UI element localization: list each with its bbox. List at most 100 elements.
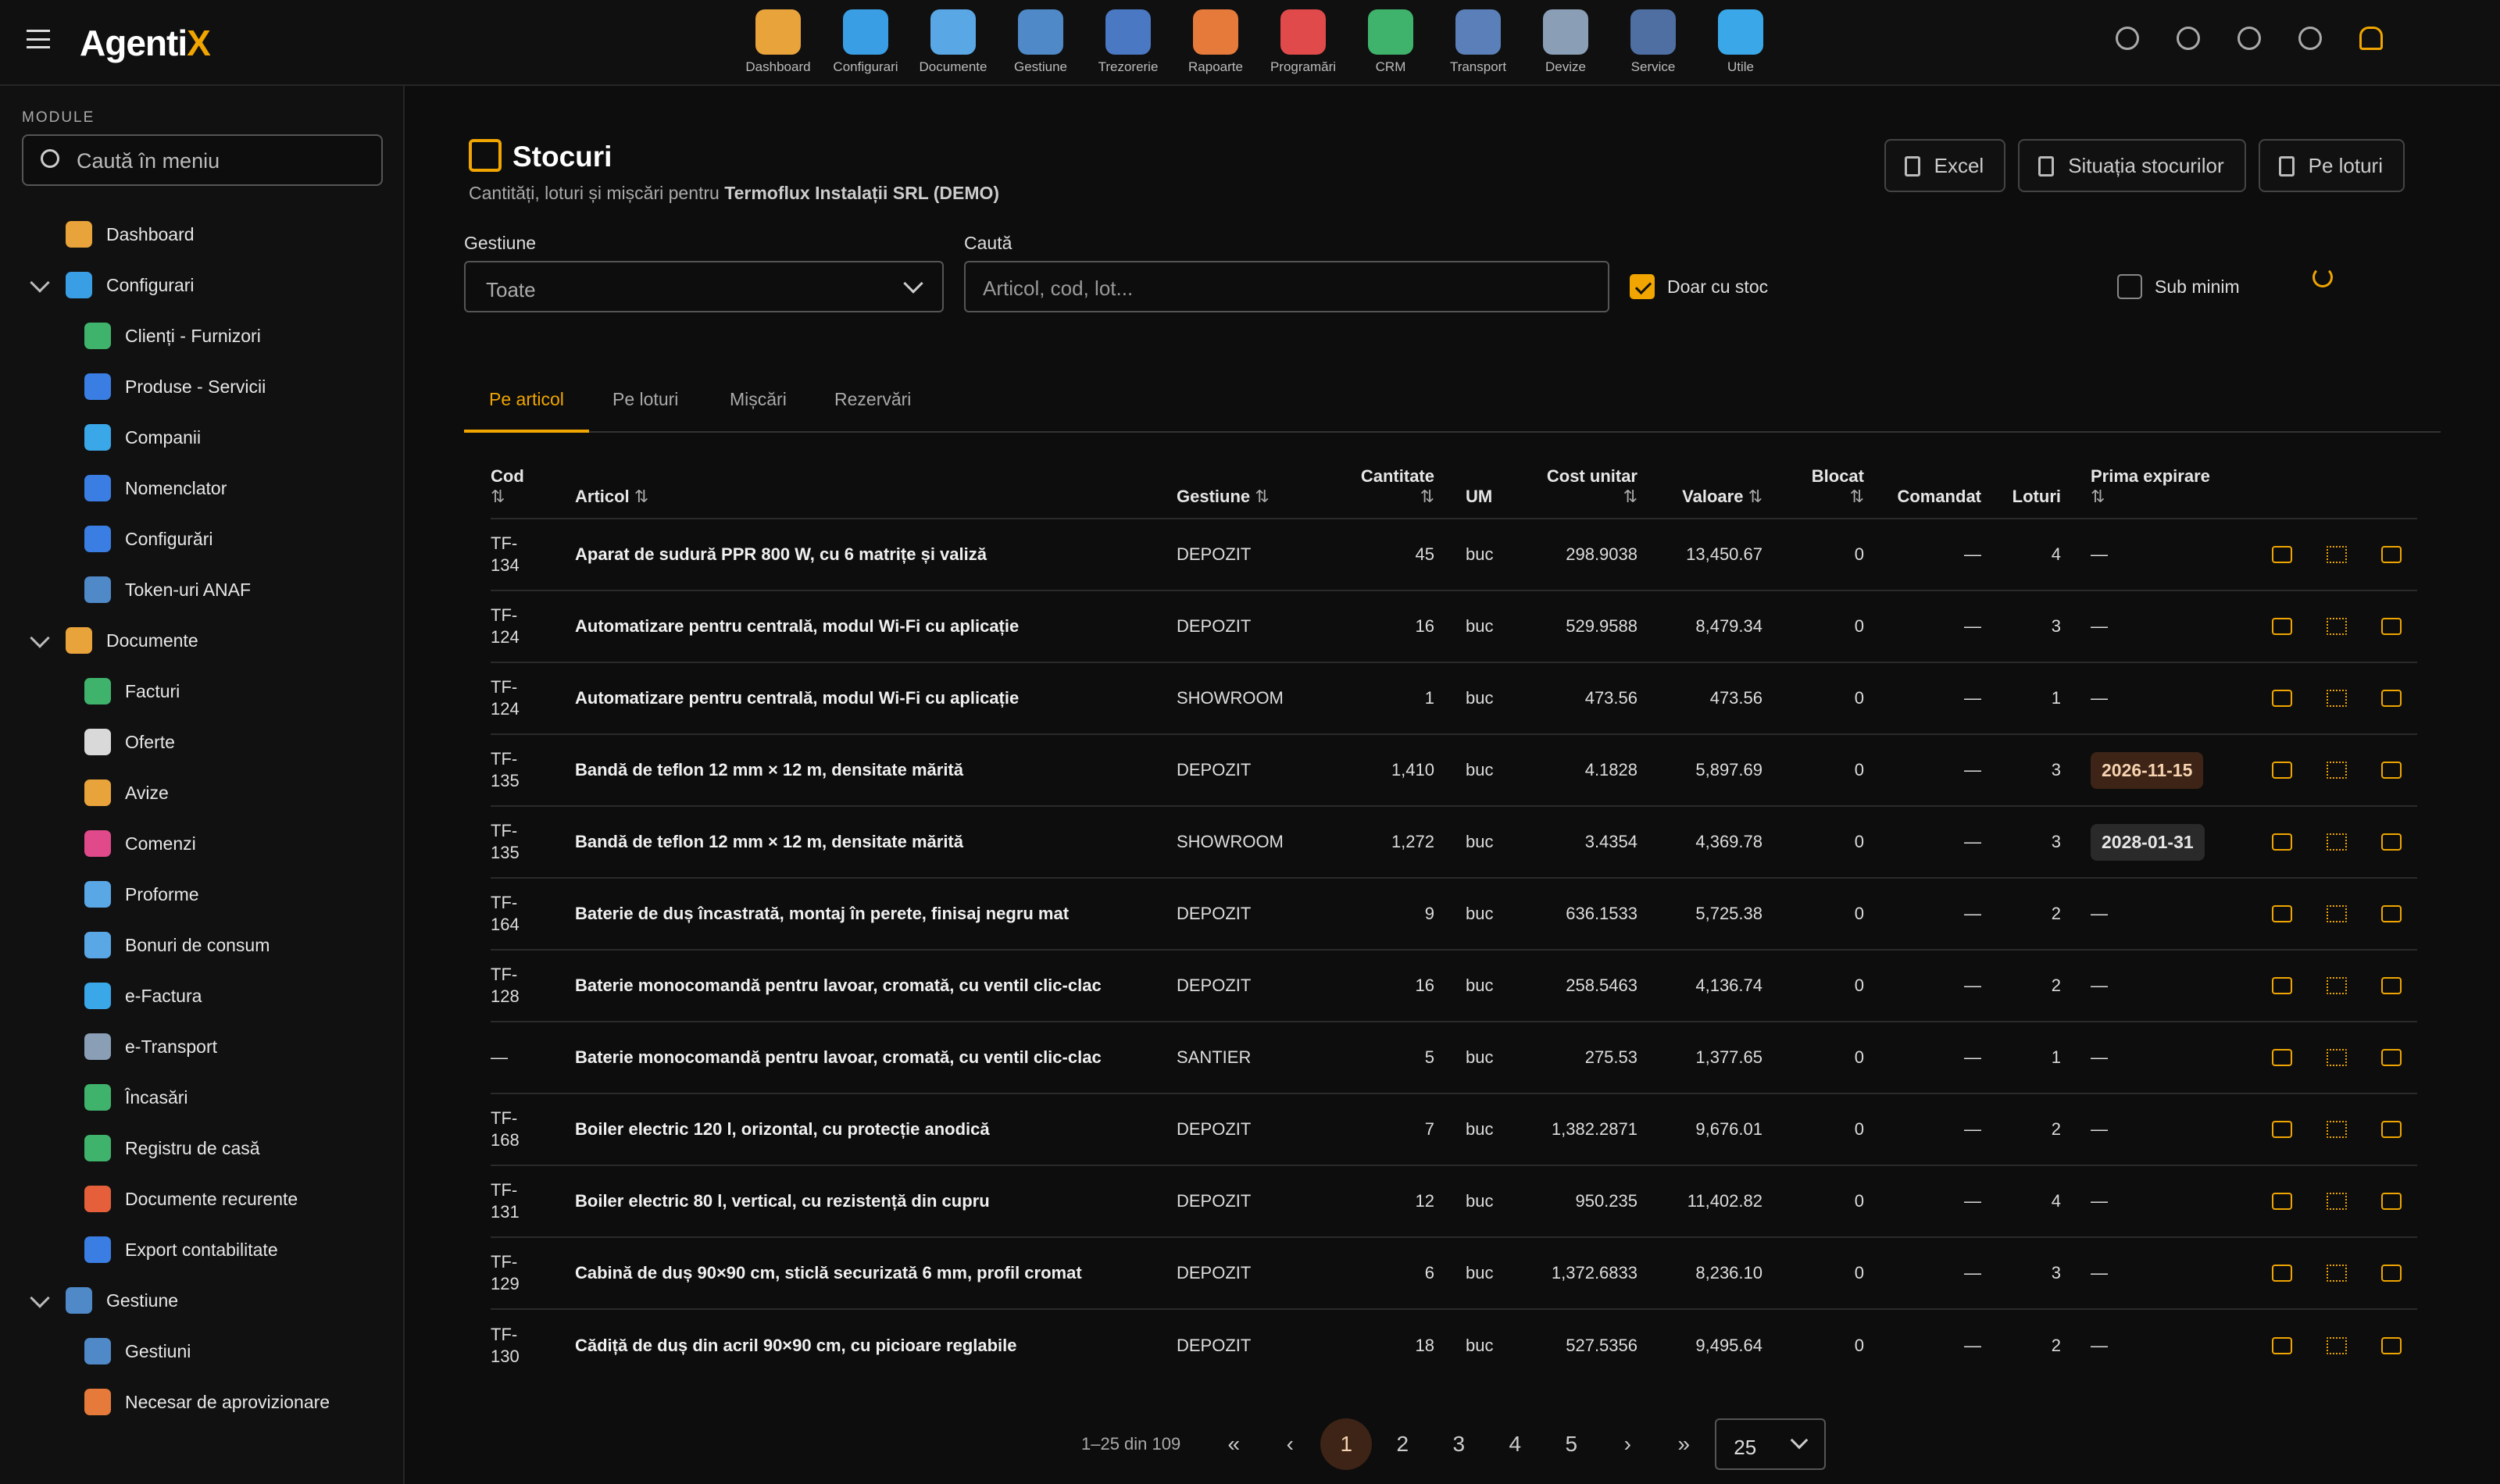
chevron-down-icon[interactable] bbox=[30, 1288, 50, 1308]
module-gestiune[interactable]: Gestiune bbox=[997, 9, 1084, 75]
hierarchy-icon[interactable] bbox=[2327, 618, 2347, 635]
print-icon[interactable] bbox=[2381, 618, 2402, 635]
sidebar-item-oferte[interactable]: Oferte bbox=[84, 719, 175, 765]
page-size-select[interactable]: 25 bbox=[1715, 1418, 1827, 1470]
col-cost[interactable]: Cost unitar ⇅ bbox=[1497, 442, 1638, 519]
chevron-down-icon[interactable] bbox=[30, 628, 50, 648]
print-icon[interactable] bbox=[2381, 1265, 2402, 1282]
card-icon[interactable] bbox=[2272, 762, 2292, 779]
hierarchy-icon[interactable] bbox=[2327, 1121, 2347, 1138]
sidebar-item-token-uri-anaf[interactable]: Token-uri ANAF bbox=[84, 566, 251, 613]
menu-search[interactable] bbox=[22, 134, 383, 186]
col-cantitate[interactable]: Cantitate ⇅ bbox=[1333, 442, 1434, 519]
print-icon[interactable] bbox=[2381, 977, 2402, 994]
table-row[interactable]: — Baterie monocomandă pentru lavoar, crom… bbox=[491, 1022, 2417, 1093]
card-icon[interactable] bbox=[2272, 618, 2292, 635]
sidebar-item-necesar-de-aprovizionare[interactable]: Necesar de aprovizionare bbox=[84, 1379, 330, 1425]
tab-rezervari[interactable]: Rezervări bbox=[834, 367, 911, 433]
table-row[interactable]: TF- 128 Baterie monocomandă pentru lavoar,… bbox=[491, 950, 2417, 1022]
sidebar-item-gestiune[interactable]: Gestiune bbox=[30, 1277, 178, 1324]
menu-search-input[interactable] bbox=[77, 147, 366, 175]
hierarchy-icon[interactable] bbox=[2327, 1049, 2347, 1066]
hierarchy-icon[interactable] bbox=[2327, 833, 2347, 851]
sidebar-item-configurari[interactable]: Configurari bbox=[30, 262, 195, 309]
card-icon[interactable] bbox=[2272, 1336, 2292, 1354]
table-row[interactable]: TF- 124 Automatizare pentru centrală, modu… bbox=[491, 590, 2417, 662]
sidebar-item-bonuri-de-consum[interactable]: Bonuri de consum bbox=[84, 922, 270, 969]
sidebar-item-nomenclator[interactable]: Nomenclator bbox=[84, 465, 227, 512]
sidebar-item-export-contabilitate[interactable]: Export contabilitate bbox=[84, 1226, 278, 1273]
app-logo[interactable]: AgentiX bbox=[80, 22, 211, 64]
only-in-stock-checkbox[interactable]: Doar cu stoc bbox=[1630, 274, 1768, 299]
page-button-3[interactable]: 3 bbox=[1430, 1418, 1487, 1470]
hierarchy-icon[interactable] bbox=[2327, 1265, 2347, 1282]
last-page-button[interactable]: » bbox=[1655, 1418, 1712, 1470]
tab-pe-loturi[interactable]: Pe loturi bbox=[612, 367, 678, 433]
prev-page-button[interactable]: ‹ bbox=[1262, 1418, 1318, 1470]
hierarchy-icon[interactable] bbox=[2327, 546, 2347, 563]
table-row[interactable]: TF- 131 Boiler electric 80 l, vertical, cu… bbox=[491, 1165, 2417, 1237]
page-button-5[interactable]: 5 bbox=[1543, 1418, 1599, 1470]
print-icon[interactable] bbox=[2381, 1049, 2402, 1066]
card-icon[interactable] bbox=[2272, 1049, 2292, 1066]
page-button-2[interactable]: 2 bbox=[1374, 1418, 1430, 1470]
table-row[interactable]: TF- 135 Bandă de teflon 12 mm × 12 m, dens… bbox=[491, 734, 2417, 806]
hierarchy-icon[interactable] bbox=[2327, 1193, 2347, 1210]
table-row[interactable]: TF- 135 Bandă de teflon 12 mm × 12 m, dens… bbox=[491, 806, 2417, 878]
print-icon[interactable] bbox=[2381, 546, 2402, 563]
gestiune-select[interactable]: Toate bbox=[464, 261, 944, 312]
col-valoare[interactable]: Valoare ⇅ bbox=[1638, 442, 1762, 519]
module-utile[interactable]: Utile bbox=[1697, 9, 1784, 75]
sparkle-icon[interactable] bbox=[2298, 27, 2322, 50]
sidebar-item-e-factura[interactable]: e-Factura bbox=[84, 972, 202, 1019]
sidebar-item-documente[interactable]: Documente bbox=[30, 617, 198, 664]
col-blocat[interactable]: Blocat ⇅ bbox=[1762, 442, 1864, 519]
bell-icon[interactable] bbox=[2359, 27, 2383, 50]
sidebar-item-facturi[interactable]: Facturi bbox=[84, 668, 180, 715]
sidebar-item-gestiuni[interactable]: Gestiuni bbox=[84, 1328, 191, 1375]
chevron-down-icon[interactable] bbox=[30, 273, 50, 293]
page-button-1[interactable]: 1 bbox=[1320, 1418, 1373, 1470]
card-icon[interactable] bbox=[2272, 1121, 2292, 1138]
module-crm[interactable]: CRM bbox=[1347, 9, 1434, 75]
card-icon[interactable] bbox=[2272, 833, 2292, 851]
sidebar-item-e-transport[interactable]: e-Transport bbox=[84, 1023, 217, 1070]
under-minimum-checkbox[interactable]: Sub minim bbox=[2117, 274, 2240, 299]
table-row[interactable]: TF- 130 Cădiță de duș din acril 90×90 cm, … bbox=[491, 1309, 2417, 1381]
card-icon[interactable] bbox=[2272, 1265, 2292, 1282]
help-icon[interactable] bbox=[2238, 27, 2261, 50]
table-row[interactable]: TF- 164 Baterie de duș încastrată, montaj … bbox=[491, 878, 2417, 950]
card-icon[interactable] bbox=[2272, 546, 2292, 563]
sidebar-item-produse-servicii[interactable]: Produse - Servicii bbox=[84, 363, 266, 410]
col-gestiune[interactable]: Gestiune ⇅ bbox=[1177, 442, 1333, 519]
refresh-icon[interactable] bbox=[2312, 267, 2333, 287]
print-icon[interactable] bbox=[2381, 1121, 2402, 1138]
sidebar-item-proforme[interactable]: Proforme bbox=[84, 871, 199, 918]
tab-pe-articol[interactable]: Pe articol bbox=[464, 367, 589, 433]
search-input[interactable] bbox=[983, 273, 1577, 303]
hierarchy-icon[interactable] bbox=[2327, 1336, 2347, 1354]
tab-miscari[interactable]: Mișcări bbox=[730, 367, 787, 433]
first-page-button[interactable]: « bbox=[1205, 1418, 1262, 1470]
hierarchy-icon[interactable] bbox=[2327, 690, 2347, 707]
print-icon[interactable] bbox=[2381, 833, 2402, 851]
compass-icon[interactable] bbox=[2177, 27, 2200, 50]
hierarchy-icon[interactable] bbox=[2327, 977, 2347, 994]
col-articol[interactable]: Articol ⇅ bbox=[575, 442, 1177, 519]
table-row[interactable]: TF- 134 Aparat de sudură PPR 800 W, cu 6 m… bbox=[491, 519, 2417, 590]
hierarchy-icon[interactable] bbox=[2327, 762, 2347, 779]
module-service[interactable]: Service bbox=[1609, 9, 1697, 75]
home-icon[interactable] bbox=[2116, 27, 2139, 50]
table-row[interactable]: TF- 124 Automatizare pentru centrală, modu… bbox=[491, 662, 2417, 734]
sidebar-item-companii[interactable]: Companii bbox=[84, 414, 201, 461]
module-configurari[interactable]: Configurari bbox=[822, 9, 909, 75]
sidebar-item-registru-de-casa[interactable]: Registru de casă bbox=[84, 1125, 260, 1172]
search-field[interactable] bbox=[964, 261, 1609, 312]
col-prima-expirare[interactable]: Prima expirare ⇅ bbox=[2061, 442, 2217, 519]
module-transport[interactable]: Transport bbox=[1434, 9, 1522, 75]
next-page-button[interactable]: › bbox=[1599, 1418, 1655, 1470]
module-dashboard[interactable]: Dashboard bbox=[734, 9, 822, 75]
print-icon[interactable] bbox=[2381, 1336, 2402, 1354]
col-cod[interactable]: Cod ⇅ bbox=[491, 442, 575, 519]
print-icon[interactable] bbox=[2381, 905, 2402, 922]
